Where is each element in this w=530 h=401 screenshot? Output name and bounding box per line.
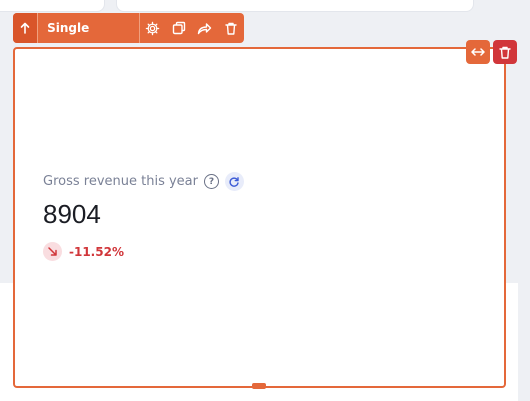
dashboard-card-partial <box>116 0 474 12</box>
resize-width-button[interactable] <box>466 40 490 64</box>
widget-type-title: Single Value <box>38 13 140 43</box>
widget-label-row: Gross revenue this year ? <box>43 172 244 191</box>
metric-value: 8904 <box>43 199 101 229</box>
move-up-button[interactable] <box>13 13 39 43</box>
settings-button[interactable] <box>140 13 166 43</box>
help-icon[interactable]: ? <box>203 174 219 189</box>
duplicate-button[interactable] <box>166 13 192 43</box>
share-icon <box>198 22 212 34</box>
duplicate-icon <box>172 21 186 35</box>
trash-icon <box>499 46 511 59</box>
refresh-icon <box>229 176 240 187</box>
delete-button[interactable] <box>218 13 244 43</box>
dashboard-background-edge <box>518 0 530 401</box>
change-percentage: -11.52% <box>69 244 124 259</box>
share-button[interactable] <box>192 13 218 43</box>
resize-height-handle[interactable] <box>252 383 266 389</box>
refresh-button[interactable] <box>224 172 244 191</box>
widget-toolbar: Single Value <box>13 13 244 43</box>
arrow-up-icon <box>20 22 30 34</box>
resize-width-icon <box>471 48 485 56</box>
trash-icon <box>225 22 237 35</box>
change-row: -11.52% <box>43 242 124 261</box>
delete-widget-button[interactable] <box>493 40 517 64</box>
widget-label: Gross revenue this year <box>43 174 198 189</box>
dashboard-card-partial <box>0 0 105 12</box>
gear-icon <box>146 21 160 35</box>
trend-down-icon <box>43 242 62 261</box>
